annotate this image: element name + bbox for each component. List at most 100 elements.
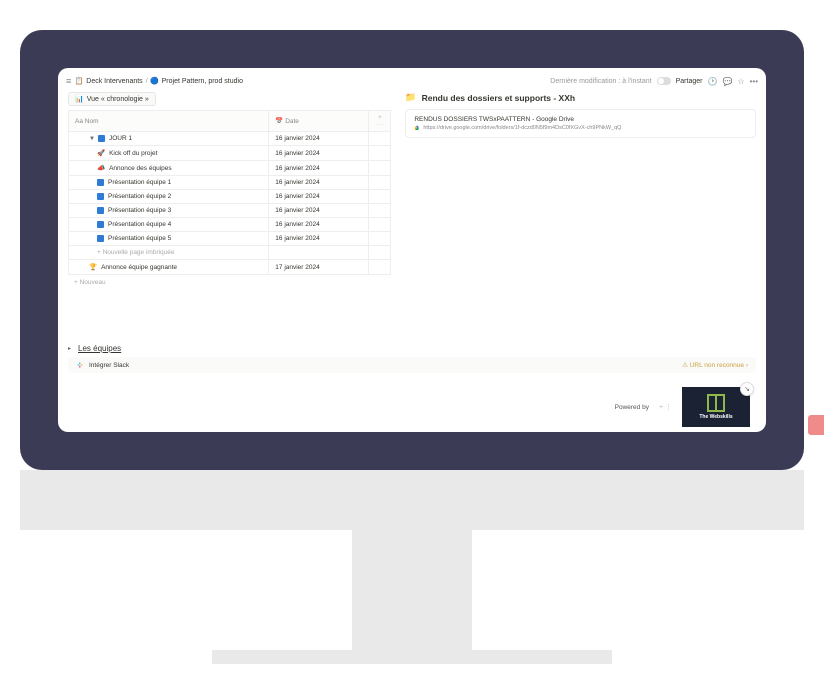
row-date xyxy=(269,246,369,260)
table-row[interactable]: + Nouvelle page imbriquée xyxy=(69,246,391,260)
row-name-label: Kick off du projet xyxy=(109,150,157,157)
folder-icon: 📁 xyxy=(405,92,416,103)
row-date: 16 janvier 2024 xyxy=(269,218,369,232)
floating-action-button[interactable]: ↘ xyxy=(740,382,754,396)
view-tab-icon: 📊 xyxy=(75,95,84,103)
table-row[interactable]: 🏆 Annonce équipe gagnante 17 janvier 2024 xyxy=(69,260,391,275)
right-panel-title: 📁 Rendu des dossiers et supports - XXh xyxy=(405,92,756,103)
breadcrumb: 📋 Deck Intervenants / 🔵 Projet Pattern, … xyxy=(75,77,546,85)
slack-label: Intégrer Slack xyxy=(89,362,129,369)
row-name-label: Présentation équipe 4 xyxy=(108,221,171,228)
teams-section: ▸ Les équipes Intégrer Slack ⚠ URL non r… xyxy=(66,344,758,373)
chevron-right-icon: ▸ xyxy=(68,345,71,352)
right-panel-title-text: Rendu des dossiers et supports - XXh xyxy=(422,93,576,103)
page-icon xyxy=(98,135,105,142)
row-date: 16 janvier 2024 xyxy=(269,190,369,204)
calendar-icon: 📅 xyxy=(275,118,283,125)
footer-plus-icon[interactable]: + ⋮ xyxy=(659,403,672,411)
page-icon xyxy=(97,221,104,228)
row-actions xyxy=(369,161,391,176)
timeline-table: Aa Nom 📅 Date + ··· ▼ JOUR 1 16 janvier 20… xyxy=(68,110,391,275)
hamburger-icon[interactable]: ≡ xyxy=(66,76,71,86)
view-tab-label: Vue « chronologie » xyxy=(87,96,149,103)
table-row[interactable]: 🚀 Kick off du projet 16 janvier 2024 xyxy=(69,146,391,161)
monitor-base xyxy=(212,650,612,664)
row-date: 16 janvier 2024 xyxy=(269,232,369,246)
row-emoji-icon: 🏆 xyxy=(89,263,97,271)
share-toggle[interactable] xyxy=(657,77,671,85)
row-name-label: Présentation équipe 5 xyxy=(108,235,171,242)
share-button[interactable]: Partager xyxy=(676,78,703,85)
webskills-logo-mark xyxy=(707,394,725,412)
monitor-frame: ≡ 📋 Deck Intervenants / 🔵 Projet Pattern… xyxy=(20,30,804,470)
drive-link-title: RENDUS DOSSIERS TWSxPAATTERN - Google Dr… xyxy=(414,116,747,123)
row-date: 16 janvier 2024 xyxy=(269,161,369,176)
table-row[interactable]: Présentation équipe 2 16 janvier 2024 xyxy=(69,190,391,204)
monitor-neck xyxy=(352,530,472,650)
row-emoji-icon: 📣 xyxy=(97,164,105,172)
table-row[interactable]: ▼ JOUR 1 16 janvier 2024 xyxy=(69,132,391,146)
topbar: ≡ 📋 Deck Intervenants / 🔵 Projet Pattern… xyxy=(66,74,758,92)
page-icon xyxy=(97,193,104,200)
teams-heading[interactable]: ▸ Les équipes xyxy=(68,344,756,353)
row-name-label: Annonce des équipes xyxy=(109,165,172,172)
main-body: 📊 Vue « chronologie » Aa Nom 📅 Date + ··… xyxy=(66,92,758,290)
app-screen: ≡ 📋 Deck Intervenants / 🔵 Projet Pattern… xyxy=(58,68,766,432)
slack-warning: ⚠ URL non reconnue › xyxy=(682,361,748,369)
page-icon xyxy=(97,207,104,214)
star-icon[interactable]: ☆ xyxy=(737,77,744,86)
row-date: 17 janvier 2024 xyxy=(269,260,369,275)
slack-icon xyxy=(76,361,84,369)
row-name-label: + Nouvelle page imbriquée xyxy=(97,249,175,256)
row-actions xyxy=(369,146,391,161)
table-row[interactable]: Présentation équipe 1 16 janvier 2024 xyxy=(69,176,391,190)
drive-link-card[interactable]: RENDUS DOSSIERS TWSxPAATTERN - Google Dr… xyxy=(405,109,756,138)
last-modified-label: Dernière modification : à l'instant xyxy=(550,78,651,85)
table-row[interactable]: Présentation équipe 5 16 janvier 2024 xyxy=(69,232,391,246)
row-name-label: Présentation équipe 3 xyxy=(108,207,171,214)
monitor-stand xyxy=(20,470,804,530)
row-name-label: Présentation équipe 2 xyxy=(108,193,171,200)
row-name-label: JOUR 1 xyxy=(109,135,132,142)
left-column: 📊 Vue « chronologie » Aa Nom 📅 Date + ··… xyxy=(68,92,391,290)
row-name-label: Présentation équipe 1 xyxy=(108,179,171,186)
right-column: 📁 Rendu des dossiers et supports - XXh R… xyxy=(405,92,756,290)
slack-integration-row[interactable]: Intégrer Slack ⚠ URL non reconnue › xyxy=(68,357,756,373)
row-actions xyxy=(369,232,391,246)
chevron-down-icon[interactable]: ▼ xyxy=(89,136,95,142)
table-row[interactable]: Présentation équipe 4 16 janvier 2024 xyxy=(69,218,391,232)
table-row[interactable]: 📣 Annonce des équipes 16 janvier 2024 xyxy=(69,161,391,176)
row-date: 16 janvier 2024 xyxy=(269,204,369,218)
col-header-actions[interactable]: + ··· xyxy=(369,111,391,132)
col-header-date[interactable]: 📅 Date xyxy=(269,111,369,132)
row-actions xyxy=(369,246,391,260)
comment-icon[interactable]: 💬 xyxy=(722,77,732,86)
breadcrumb-icon-1: 📋 xyxy=(75,77,83,85)
clock-icon[interactable]: 🕑 xyxy=(707,77,717,86)
breadcrumb-icon-2: 🔵 xyxy=(151,77,159,85)
pink-side-tab xyxy=(808,415,824,435)
more-icon[interactable]: ••• xyxy=(750,77,758,86)
breadcrumb-item-1[interactable]: Deck Intervenants xyxy=(86,78,142,85)
webskills-logo[interactable]: The Webskills xyxy=(682,387,750,427)
powered-by-label: Powered by xyxy=(615,404,649,411)
row-date: 16 janvier 2024 xyxy=(269,146,369,161)
webskills-logo-text: The Webskills xyxy=(699,414,732,420)
row-actions xyxy=(369,218,391,232)
row-date: 16 janvier 2024 xyxy=(269,176,369,190)
row-actions xyxy=(369,132,391,146)
breadcrumb-item-2[interactable]: Projet Pattern, prod studio xyxy=(162,78,243,85)
row-actions xyxy=(369,176,391,190)
col-header-name[interactable]: Aa Nom xyxy=(69,111,269,132)
table-row[interactable]: Présentation équipe 3 16 janvier 2024 xyxy=(69,204,391,218)
add-row-button[interactable]: + Nouveau xyxy=(68,275,391,290)
view-tab[interactable]: 📊 Vue « chronologie » xyxy=(68,92,156,106)
row-actions xyxy=(369,190,391,204)
row-actions xyxy=(369,260,391,275)
row-name-label: Annonce équipe gagnante xyxy=(101,264,177,271)
page-icon xyxy=(97,235,104,242)
row-date: 16 janvier 2024 xyxy=(269,132,369,146)
google-drive-icon xyxy=(414,125,420,131)
teams-heading-label: Les équipes xyxy=(78,344,121,353)
row-emoji-icon: 🚀 xyxy=(97,149,105,157)
